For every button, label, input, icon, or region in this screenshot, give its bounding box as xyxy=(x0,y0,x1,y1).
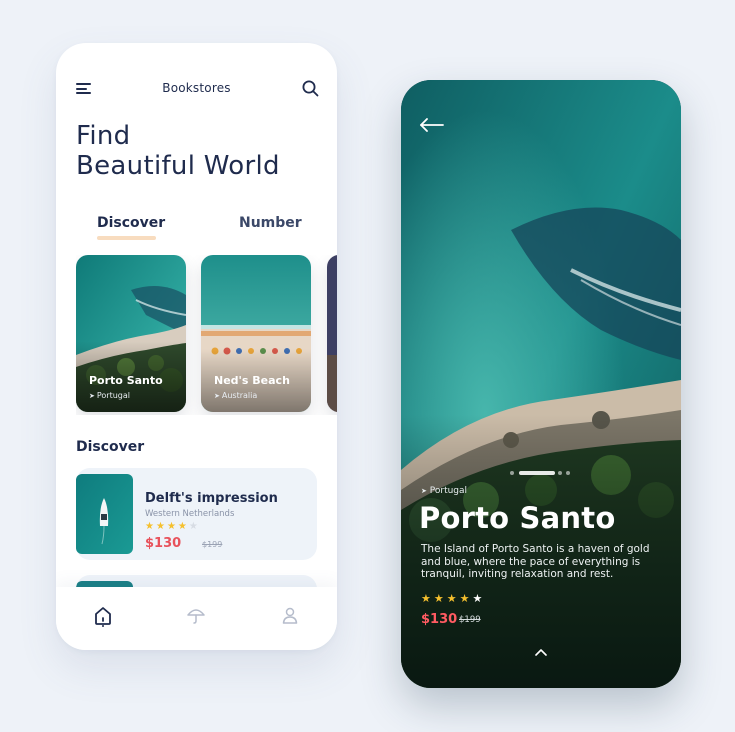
list-item[interactable]: Delft's impression Western Netherlands ★… xyxy=(76,468,317,560)
bookstores-screen: Bookstores Find Beautiful World Discover… xyxy=(56,43,337,650)
location-label: ➤ Portugal xyxy=(421,486,467,496)
location-pin-icon: ➤ xyxy=(421,487,427,495)
page-headline: Find Beautiful World xyxy=(76,121,280,181)
star-icon: ★ xyxy=(177,521,189,532)
star-icon: ★ xyxy=(433,592,447,605)
carousel-dot[interactable] xyxy=(510,471,514,475)
peek-thumbnail xyxy=(327,255,337,412)
price: $130 xyxy=(421,612,458,627)
location-text: Portugal xyxy=(429,486,468,496)
star-icon: ★ xyxy=(166,521,178,532)
card-title: Porto Santo xyxy=(89,374,163,387)
mockup-stage: Bookstores Find Beautiful World Discover… xyxy=(0,0,735,732)
tab-bar: Discover Number xyxy=(56,215,337,245)
home-icon[interactable] xyxy=(93,605,113,627)
arrow-left-icon[interactable] xyxy=(419,118,445,132)
destination-description: The Island of Porto Santo is a haven of … xyxy=(421,543,650,580)
active-tab-indicator xyxy=(97,236,156,240)
location-pin-icon: ➤ xyxy=(89,392,95,400)
search-icon[interactable] xyxy=(302,80,319,97)
user-icon[interactable] xyxy=(280,605,300,627)
destination-card-neds-beach[interactable]: Ned's Beach ➤ Australia xyxy=(201,255,311,412)
star-icon: ★ xyxy=(459,592,473,605)
star-icon: ★ xyxy=(145,521,156,532)
card-location-text: Australia xyxy=(221,391,258,400)
tab-discover[interactable]: Discover xyxy=(97,215,165,231)
card-location: ➤ Portugal xyxy=(89,391,130,400)
boat-thumbnail xyxy=(76,474,133,554)
destination-carousel[interactable]: Porto Santo ➤ Portugal Ned's Beach ➤ Aus… xyxy=(76,255,337,415)
star-empty-icon: ★ xyxy=(188,521,200,532)
carousel-dot[interactable] xyxy=(566,471,570,475)
price: $130 xyxy=(145,536,182,551)
list-item-title: Delft's impression xyxy=(145,491,278,506)
destination-detail-screen: ➤ Portugal Porto Santo The Island of Por… xyxy=(401,80,681,688)
star-icon: ★ xyxy=(446,592,460,605)
destination-title: Porto Santo xyxy=(419,501,616,535)
headline-line-2: Beautiful World xyxy=(76,151,280,181)
rating-stars: ★★★★★ xyxy=(145,521,200,532)
neds-beach-thumbnail xyxy=(201,255,311,412)
old-price: $199 xyxy=(459,615,481,625)
old-price: $199 xyxy=(202,540,223,549)
card-title: Ned's Beach xyxy=(214,374,290,387)
chevron-up-icon[interactable] xyxy=(535,648,547,656)
star-icon: ★ xyxy=(472,592,486,605)
carousel-dot-active[interactable] xyxy=(519,471,555,475)
list-item-subtitle: Western Netherlands xyxy=(145,509,235,519)
umbrella-icon[interactable] xyxy=(186,605,206,627)
rating-stars: ★★★★★ xyxy=(421,592,485,605)
destination-card-porto-santo[interactable]: Porto Santo ➤ Portugal xyxy=(76,255,186,412)
card-location: ➤ Australia xyxy=(214,391,257,400)
star-icon: ★ xyxy=(155,521,167,532)
screen-title: Bookstores xyxy=(162,81,231,95)
porto-santo-thumbnail xyxy=(76,255,186,412)
carousel-indicator xyxy=(510,471,570,477)
section-title: Discover xyxy=(76,439,145,455)
bottom-navigation xyxy=(56,587,337,650)
headline-line-1: Find xyxy=(76,121,131,151)
destination-card-peek[interactable] xyxy=(327,255,337,412)
tab-number[interactable]: Number xyxy=(239,215,302,231)
star-icon: ★ xyxy=(421,592,434,605)
list-item-thumbnail xyxy=(76,474,133,554)
carousel-dot[interactable] xyxy=(558,471,562,475)
card-location-text: Portugal xyxy=(96,391,131,400)
top-bar: Bookstores xyxy=(56,77,337,101)
location-pin-icon: ➤ xyxy=(214,392,220,400)
